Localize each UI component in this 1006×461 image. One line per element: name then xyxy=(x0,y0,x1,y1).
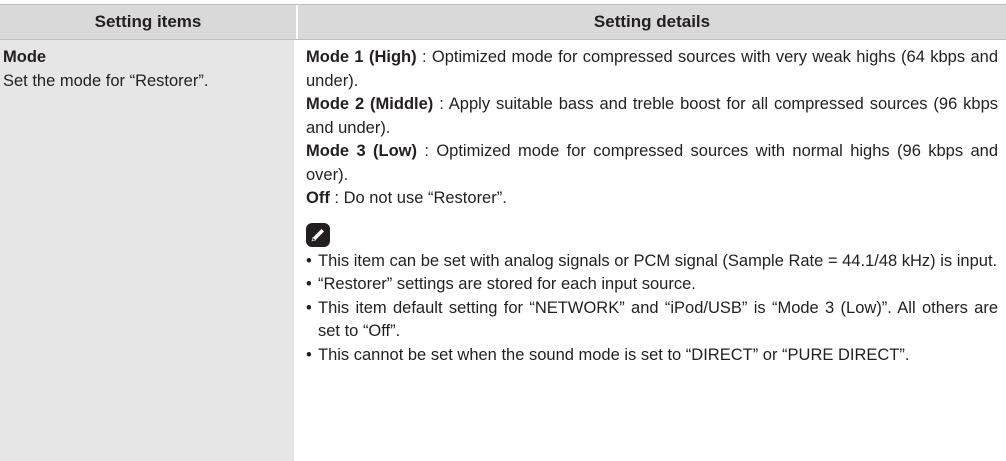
pencil-icon xyxy=(306,222,330,247)
detail-off: Off : Do not use “Restorer”. xyxy=(306,187,998,211)
detail-mode-1: Mode 1 (High) : Optimized mode for compr… xyxy=(306,46,998,93)
list-item: This cannot be set when the sound mode i… xyxy=(306,344,998,368)
detail-mode-2: Mode 2 (Middle) : Apply suitable bass an… xyxy=(306,93,998,140)
detail-label: Mode 2 (Middle) xyxy=(306,95,434,113)
setting-item-cell: Mode Set the mode for “Restorer”. xyxy=(0,40,296,461)
detail-label: Mode 3 (Low) xyxy=(306,142,417,160)
table-row: Mode Set the mode for “Restorer”. Mode 1… xyxy=(0,40,1006,461)
detail-text: : Do not use “Restorer”. xyxy=(329,189,507,207)
header-setting-details: Setting details xyxy=(593,12,711,31)
detail-label: Mode 1 (High) xyxy=(306,48,417,66)
setting-details-cell: Mode 1 (High) : Optimized mode for compr… xyxy=(296,40,1006,461)
list-item: This item can be set with analog signals… xyxy=(306,250,998,274)
detail-mode-3: Mode 3 (Low) : Optimized mode for compre… xyxy=(306,140,998,187)
list-item: This item default setting for “NETWORK” … xyxy=(306,297,998,344)
list-item: “Restorer” settings are stored for each … xyxy=(306,273,998,297)
setting-item-title: Mode xyxy=(3,48,47,66)
detail-label: Off xyxy=(306,189,330,207)
setting-item-description: Set the mode for “Restorer”. xyxy=(3,71,209,90)
table-header-row: Setting items Setting details xyxy=(0,4,1006,40)
notes-list: This item can be set with analog signals… xyxy=(306,250,998,368)
header-setting-items: Setting items xyxy=(0,5,298,39)
settings-table: Setting items Setting details Mode Set t… xyxy=(0,4,1006,461)
